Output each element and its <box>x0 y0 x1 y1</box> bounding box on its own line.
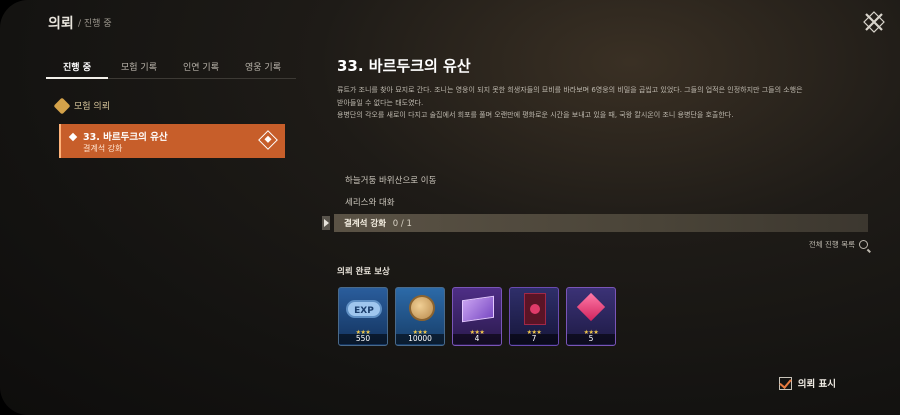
quest-item-title: 33. 바르두크의 유산 <box>83 132 168 143</box>
track-marker-icon[interactable] <box>258 130 278 150</box>
reward-quantity: 4 <box>453 334 501 344</box>
gem-icon <box>567 288 615 330</box>
objective-completed: 세리스와 대화 <box>345 198 395 208</box>
quest-list-item[interactable]: 33. 바르두크의 유산 결계석 강화 <box>59 124 285 158</box>
tab-in-progress[interactable]: 진행 중 <box>46 55 108 79</box>
quest-window: 의뢰 / 진행 중 진행 중 모험 기록 인연 기록 영웅 기록 모험 의뢰 3… <box>0 0 900 415</box>
objective-completed: 하늘거둥 바위산으로 이동 <box>345 176 437 186</box>
reward-list: EXP ★★★ 550 ★★★ 10000 ★★★ 4 ★★★ 7 ★★★ 5 <box>338 287 616 346</box>
reward-quantity: 7 <box>510 334 558 344</box>
all-progress-button[interactable]: 전체 진행 목록 <box>809 239 868 250</box>
close-button[interactable] <box>862 10 886 34</box>
search-icon <box>859 240 868 249</box>
gem-shape <box>576 292 606 322</box>
exp-icon: EXP <box>339 288 387 330</box>
category-label: 모험 의뢰 <box>74 102 110 112</box>
coin-shape <box>409 295 435 321</box>
objective-progress-count: 0 / 1 <box>392 219 412 229</box>
show-quest-label: 의뢰 표시 <box>797 379 836 390</box>
tab-adventure-log[interactable]: 모험 기록 <box>108 55 170 78</box>
current-objective-arrow-icon <box>322 216 330 230</box>
tab-hero-log[interactable]: 영웅 기록 <box>232 55 294 78</box>
card-icon <box>510 288 558 330</box>
reward-quantity: 5 <box>567 334 615 344</box>
reward-quantity: 10000 <box>396 334 444 344</box>
reward-item-exp[interactable]: EXP ★★★ 550 <box>338 287 388 346</box>
objective-current[interactable]: 결계석 강화 0 / 1 <box>334 214 868 232</box>
tab-bond-log[interactable]: 인연 기록 <box>170 55 232 78</box>
description-line: 용병단의 각오를 새로이 다지고 술집에서 회포를 풀며 오랜만에 평화로운 시… <box>337 111 734 119</box>
breadcrumb: / 진행 중 <box>78 19 112 29</box>
description-line: 류트가 조니를 찾아 묘지로 간다. 조니는 영웅이 되지 못한 희생자들의 묘… <box>337 86 803 94</box>
show-quest-toggle[interactable]: 의뢰 표시 <box>778 376 836 390</box>
magic-book-icon <box>453 288 501 330</box>
reward-item-gold[interactable]: ★★★ 10000 <box>395 287 445 346</box>
page-title: 의뢰 <box>48 16 74 32</box>
reward-item-card[interactable]: ★★★ 7 <box>509 287 559 346</box>
all-progress-label: 전체 진행 목록 <box>808 240 855 249</box>
card-shape <box>524 293 546 325</box>
quest-item-subtitle: 결계석 강화 <box>83 144 123 153</box>
reward-quantity: 550 <box>339 334 387 344</box>
book-shape <box>462 295 494 323</box>
category-header[interactable]: 모험 의뢰 <box>53 97 110 114</box>
description-line: 받아들일 수 없다는 태도였다. <box>337 98 424 107</box>
checkbox-icon <box>778 376 792 390</box>
reward-item-book[interactable]: ★★★ 4 <box>452 287 502 346</box>
adventure-quest-icon <box>53 97 71 114</box>
tab-bar: 진행 중 모험 기록 인연 기록 영웅 기록 <box>46 55 296 79</box>
quest-description: 류트가 조니를 찾아 묘지로 간다. 조니는 영웅이 되지 못한 희생자들의 묘… <box>337 84 867 122</box>
objective-current-label: 결계석 강화 <box>344 219 387 229</box>
reward-section-title: 의뢰 완료 보상 <box>337 267 390 277</box>
exp-badge: EXP <box>346 300 382 318</box>
close-icon <box>863 11 885 33</box>
gold-coin-icon <box>396 288 444 330</box>
quest-title: 33. 바르두크의 유산 <box>337 57 471 75</box>
reward-item-gem[interactable]: ★★★ 5 <box>566 287 616 346</box>
bullet-icon <box>68 132 78 142</box>
